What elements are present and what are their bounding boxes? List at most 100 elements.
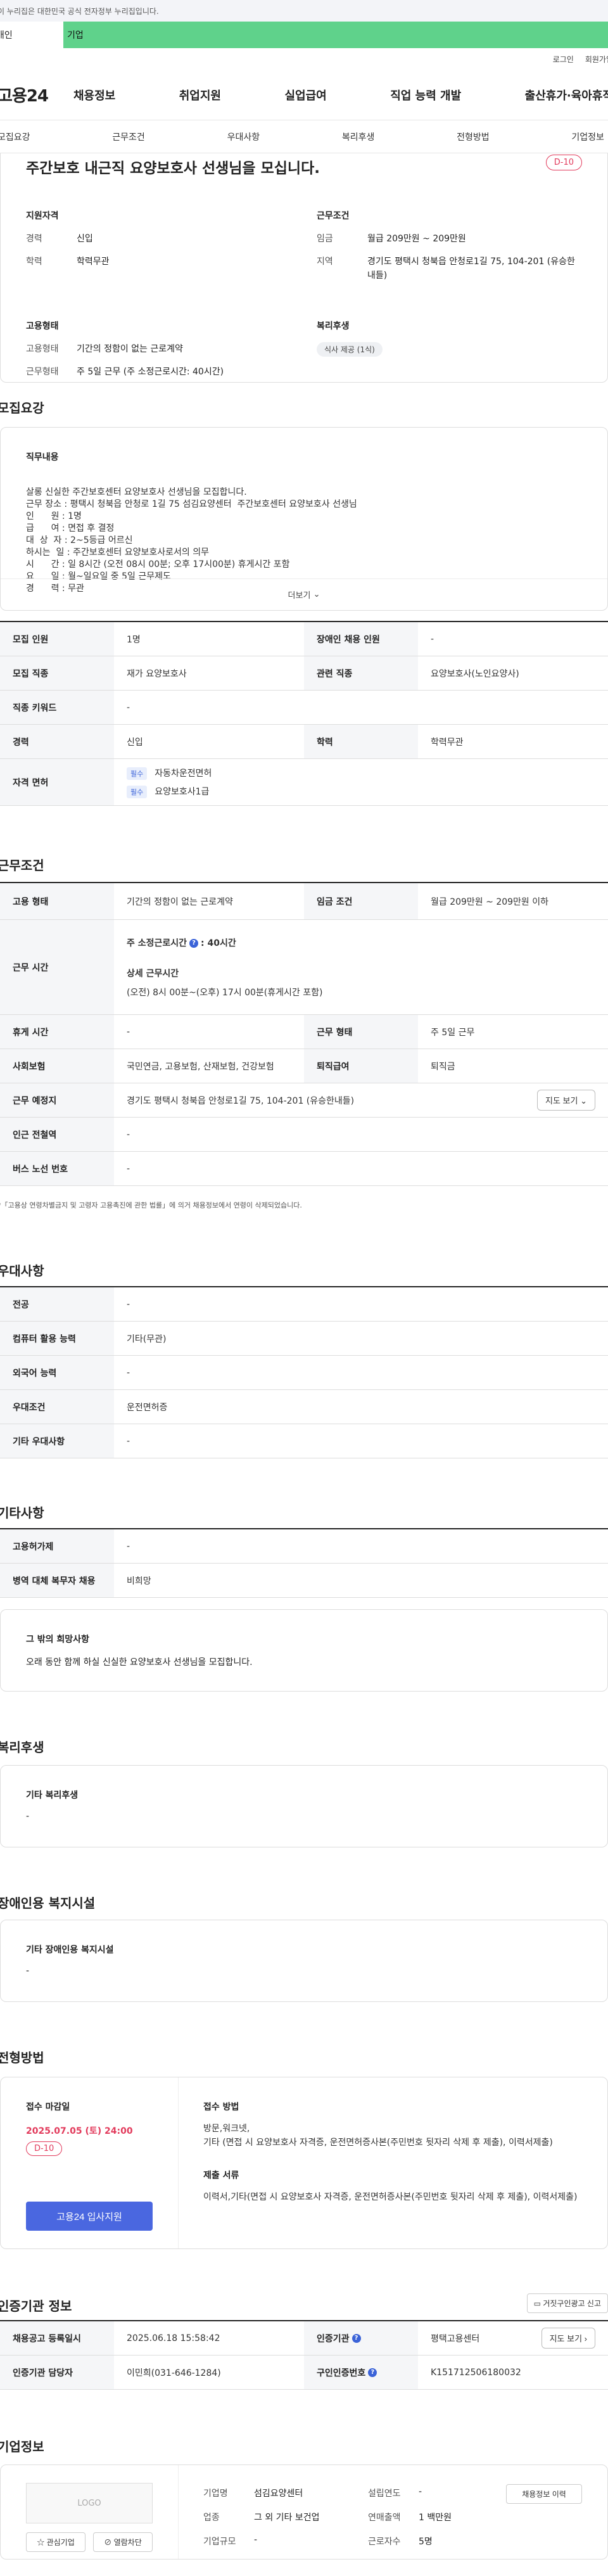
block-icon: ⊘ — [104, 2538, 112, 2547]
gnb-item-leave[interactable]: 출산휴가·육아휴직 — [525, 87, 608, 103]
age-note: *「고용상 연령차별금지 및 고령자 고용촉진에 관한 법률」에 의거 채용정보… — [0, 1201, 302, 1209]
deadline-block: 접수 마감일 2025.07.05 (토) 24:00 D-10 고용24 입사… — [26, 2100, 178, 2231]
anchor-work[interactable]: 근무조건 — [112, 131, 145, 143]
more-button[interactable]: 더보기 ⌄ — [1, 578, 607, 610]
th: 모집 직종 — [0, 656, 114, 690]
wage-label: 임금 — [317, 234, 333, 244]
method-value: 방문,워크넷, 기타 (면접 시 요양보호사 자격증, 운전면허증사본(주민번호… — [203, 2124, 553, 2148]
area-value: 경기도 평택시 청북읍 안청로1길 75, 104-201 (유승한내들) — [367, 257, 575, 281]
cert-map-button[interactable]: 지도 보기 › — [541, 2328, 595, 2349]
td: 주 5일 근무 — [431, 1027, 475, 1038]
company-actions: ☆ 관심기업 ⊘ 열람차단 — [26, 2532, 153, 2552]
anchor-benefit[interactable]: 복리후생 — [342, 131, 375, 143]
td: - — [127, 1129, 130, 1140]
anchor-pref[interactable]: 우대사항 — [227, 131, 260, 143]
tab-personal-label: 개인 — [0, 30, 13, 41]
career-label: 경력 — [26, 234, 42, 244]
name-value: 섬김요양센터 — [254, 2489, 303, 2499]
th: 임금 조건 — [304, 883, 418, 919]
wish-value: 오래 동안 함께 하실 신실한 요양보호사 선생님을 모집합니다. — [26, 1657, 253, 1667]
info-icon[interactable]: ? — [189, 938, 199, 948]
th: 경력 — [0, 725, 114, 758]
docs-heading: 제출 서류 — [203, 2171, 239, 2181]
th: 근무 시간 — [0, 920, 114, 1014]
gnb-item-training[interactable]: 직업 능력 개발 — [390, 87, 461, 103]
job-content-text: 살롱 신실한 주간보호센터 요양보호사 선생님을 모집합니다. 근무 장소 : 평… — [26, 475, 582, 595]
join-link[interactable]: 회원가입 — [585, 54, 608, 65]
anchor-company[interactable]: 기업정보 — [571, 131, 604, 143]
edu-value: 학력무관 — [77, 257, 110, 267]
section-company-title: 기업정보 — [0, 2439, 44, 2454]
global-nav: 고용24 채용정보 취업지원 실업급여 직업 능력 개발 출산휴가·육아휴직 — [0, 70, 608, 120]
apply-button[interactable]: 고용24 입사지원 — [26, 2202, 153, 2231]
tab-company-label: 기업 — [67, 30, 84, 41]
benefit-value: - — [26, 1811, 30, 1821]
anchor-nav: 모집요강 근무조건 우대사항 복리후생 전형방법 기업정보 — [0, 120, 608, 153]
work-hours: 주 소정근로시간?: 40시간 상세 근무시간 (오전) 8시 00분~(오후)… — [114, 920, 608, 1014]
login-link[interactable]: 로그인 — [553, 54, 574, 65]
anchor-recruit[interactable]: 모집요강 — [0, 131, 30, 143]
th: 자격 면허 — [0, 759, 114, 805]
th: 고용 형태 — [0, 883, 114, 919]
required-badge: 필수 — [127, 785, 148, 798]
recruit-table: 모집 인원 1명 장애인 채용 인원 - 모집 직종 재가 요양보호사 관련 직종 요양보호… — [0, 621, 608, 806]
job-line: 하시는 일 : 주간보호센터 요양보호사로서의 의무 — [26, 547, 210, 558]
summary-qualification: 지원자격 경력 신입 학력 학력무관 — [26, 209, 291, 291]
document-icon: ▭ — [533, 2299, 541, 2308]
license-list: 필수 자동차운전면허 필수 요양보호사1급 — [114, 759, 608, 805]
map-button[interactable]: 지도 보기 ⌄ — [537, 1090, 595, 1111]
career-value: 신입 — [77, 234, 93, 244]
chevron-down-icon: ⌄ — [313, 590, 320, 599]
benefit-card: 기타 복리후생 - — [0, 1765, 608, 1847]
anchor-screen[interactable]: 전형방법 — [457, 131, 490, 143]
td: - — [127, 1299, 130, 1310]
job-line: 급 여 : 면접 후 결정 — [26, 523, 115, 533]
fav-company-button[interactable]: ☆ 관심기업 — [26, 2532, 86, 2552]
report-label: 거짓구인광고 신고 — [543, 2299, 601, 2308]
company-logo: LOGO — [26, 2483, 153, 2523]
th: 컴퓨터 활용 능력 — [0, 1322, 114, 1355]
job-content-heading: 직무내용 — [26, 452, 59, 462]
info-icon[interactable]: ? — [368, 2368, 377, 2377]
section-cert-title: 인증기관 정보 — [0, 2299, 72, 2314]
work-table: 고용 형태 기간의 정함이 없는 근로계약 임금 조건 월급 209만원 ~ 209만… — [0, 882, 608, 1186]
screen-card: 접수 마감일 2025.07.05 (토) 24:00 D-10 고용24 입사… — [0, 2077, 608, 2249]
user-type-tabs: 개인 기업 — [0, 22, 608, 48]
td: - — [127, 1026, 130, 1037]
industry-label: 업종 — [203, 2513, 220, 2523]
th: 근무 형태 — [304, 1015, 418, 1049]
gnb-item-employment-support[interactable]: 취업지원 — [179, 87, 221, 103]
section-work-title: 근무조건 — [0, 858, 44, 873]
td: 신입 — [127, 737, 143, 748]
th: 관련 직종 — [304, 656, 418, 690]
history-button[interactable]: 채용정보 이력 — [506, 2484, 582, 2504]
weekly-hours-value: : 40시간 — [201, 938, 236, 948]
qual-heading: 지원자격 — [26, 211, 59, 221]
job-line: 대 상 자 : 2~5등급 어르신 — [26, 535, 133, 545]
fav-label: 관심기업 — [46, 2538, 75, 2547]
job-line: 근무 장소 : 평택시 청북읍 안청로 1길 75 섬김요양센터 주간보호센터 … — [26, 499, 357, 509]
info-icon[interactable]: ? — [352, 2333, 361, 2343]
etc-table: 고용허가제 - 병역 대체 복무자 채용 비희망 — [0, 1528, 608, 1598]
site-logo[interactable]: 고용24 — [0, 83, 73, 106]
utility-menu: 로그인 회원가입 — [0, 48, 608, 70]
chevron-right-icon: › — [584, 2334, 587, 2343]
detail-hours-heading: 상세 근무시간 — [127, 968, 179, 979]
td: - — [127, 1367, 130, 1378]
detail-hours-value: (오전) 8시 00분~(오후) 17시 00분(휴게시간 포함) — [127, 987, 323, 998]
section-screen-title: 전형방법 — [0, 2050, 44, 2065]
report-button[interactable]: ▭ 거짓구인광고 신고 — [526, 2293, 608, 2313]
tab-company[interactable]: 기업 — [63, 22, 608, 48]
td: - — [127, 1541, 130, 1552]
block-button[interactable]: ⊘ 열람차단 — [93, 2532, 153, 2552]
gnb-item-unemployment[interactable]: 실업급여 — [285, 87, 327, 103]
emp-type-value: 기간의 정함이 없는 근로계약 — [77, 344, 183, 354]
size-label: 기업규모 — [203, 2537, 236, 2547]
tab-personal[interactable]: 개인 — [0, 22, 63, 48]
th: 사회보험 — [0, 1049, 114, 1083]
job-line: 인 원 : 1명 — [26, 511, 82, 521]
gnb-item-jobs[interactable]: 채용정보 — [73, 87, 115, 103]
org-value: 평택고용센터 — [431, 2333, 480, 2344]
section-pref-title: 우대사항 — [0, 1263, 44, 1278]
year-label: 설립연도 — [368, 2489, 401, 2499]
